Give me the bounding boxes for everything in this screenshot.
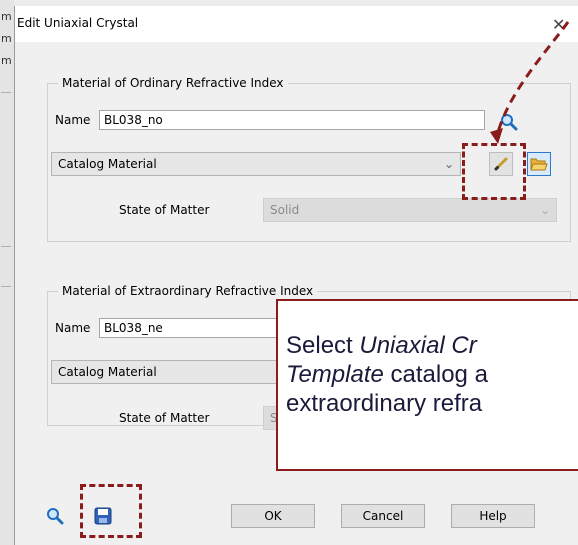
callout-emphasis: Uniaxial Cr [359, 332, 477, 359]
extraordinary-state-label: State of Matter [119, 411, 210, 425]
ordinary-group-legend: Material of Ordinary Refractive Index [62, 76, 284, 90]
ordinary-open-catalog-button[interactable] [527, 152, 551, 176]
ok-button[interactable]: OK [231, 504, 315, 528]
callout-text: Select [286, 332, 360, 359]
background-letter: m [1, 54, 12, 67]
background-letter: m [1, 32, 12, 45]
background-window-strip: m m m [0, 0, 15, 545]
ordinary-state-value: Solid [270, 203, 300, 217]
bottom-search-button[interactable] [43, 504, 67, 528]
help-button[interactable]: Help [451, 504, 535, 528]
callout-line-3: extraordinary refra [286, 389, 578, 418]
ordinary-state-select[interactable]: Solid ⌄ [263, 198, 557, 222]
search-icon [47, 508, 64, 525]
extraordinary-group-legend: Material of Extraordinary Refractive Ind… [62, 284, 314, 298]
callout-text: catalog a [383, 361, 488, 388]
chevron-down-icon: ⌄ [443, 157, 454, 171]
title-bar: Edit Uniaxial Crystal ✕ [15, 6, 578, 42]
ordinary-material-source-value: Catalog Material [58, 157, 157, 171]
cancel-button[interactable]: Cancel [341, 504, 425, 528]
ordinary-state-label: State of Matter [119, 203, 210, 217]
callout-line-1: Select Uniaxial Cr [286, 331, 578, 360]
background-divider [1, 246, 11, 247]
open-folder-icon [530, 158, 548, 171]
ordinary-name-label: Name [55, 113, 91, 127]
chevron-down-icon: ⌄ [539, 203, 550, 217]
callout-line-2: Template catalog a [286, 360, 578, 389]
ordinary-name-field[interactable]: BL038_no [99, 110, 485, 130]
highlight-edit-button-box [462, 143, 526, 200]
instruction-callout: Select Uniaxial Cr Template catalog a ex… [276, 299, 578, 471]
dialog-title: Edit Uniaxial Crystal [17, 16, 139, 30]
extraordinary-name-label: Name [55, 321, 91, 335]
background-letter: m [1, 10, 12, 23]
callout-text: extraordinary refra [286, 390, 483, 417]
callout-emphasis: Template [286, 361, 384, 388]
ordinary-material-source-select[interactable]: Catalog Material ⌄ [51, 152, 461, 176]
highlight-save-button-box [80, 484, 142, 538]
ordinary-search-button[interactable] [497, 110, 521, 134]
extraordinary-material-source-value: Catalog Material [58, 365, 157, 379]
close-icon[interactable]: ✕ [552, 15, 565, 34]
background-divider [1, 92, 11, 93]
search-icon [501, 114, 518, 131]
background-divider [1, 286, 11, 287]
